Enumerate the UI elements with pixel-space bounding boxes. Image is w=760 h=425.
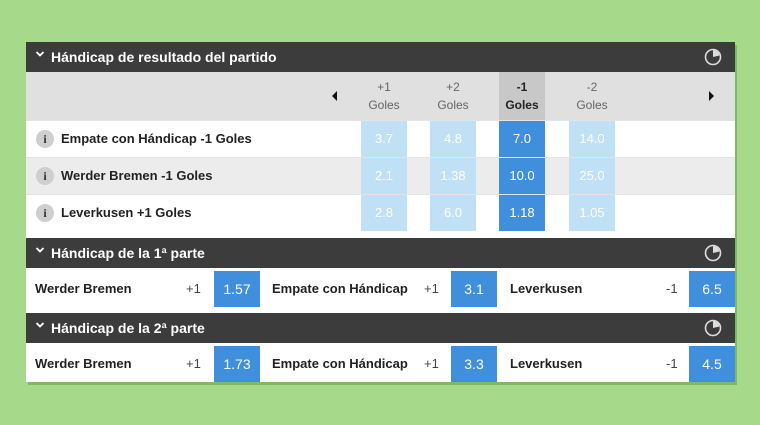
handicap-line: +1 <box>186 281 201 296</box>
column-header: -2 Goles <box>576 80 608 112</box>
info-icon[interactable]: i <box>36 204 54 222</box>
column-header-row: +1 Goles +2 Goles -1 Goles -2 Goles <box>26 72 735 120</box>
row-label: Werder Bremen -1 Goles <box>61 168 213 183</box>
column-header: +2 Goles <box>437 80 469 112</box>
handicap-line: +1 <box>424 281 439 296</box>
betting-panel: Hándicap de resultado del partido +1 Gole… <box>26 42 735 382</box>
column-header-selected: -1 Goles <box>499 72 545 120</box>
handicap-line: -1 <box>666 356 678 371</box>
odds-cell[interactable]: 25.0 <box>569 158 615 194</box>
odds-button[interactable]: 6.5 <box>689 271 735 307</box>
handicap-line: +1 <box>424 356 439 371</box>
odds-cell[interactable]: 6.0 <box>430 195 476 231</box>
clock-icon[interactable] <box>704 319 722 337</box>
outcome-name: Leverkusen <box>510 281 583 296</box>
odds-cell[interactable]: 3.7 <box>361 121 407 157</box>
odds-cell[interactable]: 1.05 <box>569 195 615 231</box>
odds-cell-selected[interactable]: 1.18 <box>499 195 545 231</box>
odds-cell[interactable]: 2.8 <box>361 195 407 231</box>
info-icon[interactable]: i <box>36 167 54 185</box>
odds-cell-selected[interactable]: 10.0 <box>499 158 545 194</box>
handicap-line: +1 <box>186 356 201 371</box>
section-header-first-half-handicap[interactable]: Hándicap de la 1ª parte <box>26 238 735 268</box>
table-row: i Leverkusen +1 Goles 2.8 6.0 1.18 1.05 <box>26 194 735 231</box>
outcome-name: Empate con Hándicap <box>272 281 408 296</box>
outcomes-row: Werder Bremen +1 1.73 Empate con Hándica… <box>26 346 735 382</box>
odds-cell[interactable]: 1.38 <box>430 158 476 194</box>
section-header-match-handicap[interactable]: Hándicap de resultado del partido <box>26 42 735 72</box>
arrow-left-icon[interactable] <box>329 90 341 102</box>
handicap-line: -1 <box>666 281 678 296</box>
outcome-name: Werder Bremen <box>35 281 132 296</box>
odds-button[interactable]: 1.57 <box>214 271 260 307</box>
odds-cell[interactable]: 14.0 <box>569 121 615 157</box>
odds-cell[interactable]: 2.1 <box>361 158 407 194</box>
row-label: Empate con Hándicap -1 Goles <box>61 131 252 146</box>
section-header-second-half-handicap[interactable]: Hándicap de la 2ª parte <box>26 313 735 343</box>
odds-button[interactable]: 1.73 <box>214 346 260 382</box>
odds-button[interactable]: 3.1 <box>451 271 497 307</box>
arrow-right-icon[interactable] <box>705 90 717 102</box>
odds-cell[interactable]: 4.8 <box>430 121 476 157</box>
clock-icon[interactable] <box>704 244 722 262</box>
odds-button[interactable]: 3.3 <box>451 346 497 382</box>
odds-button[interactable]: 4.5 <box>689 346 735 382</box>
chevron-down-icon[interactable] <box>35 245 45 255</box>
section-title: Hándicap de la 1ª parte <box>51 245 205 261</box>
outcome-name: Leverkusen <box>510 356 583 371</box>
clock-icon[interactable] <box>704 48 722 66</box>
chevron-down-icon[interactable] <box>35 320 45 330</box>
table-row: i Empate con Hándicap -1 Goles 3.7 4.8 7… <box>26 120 735 157</box>
odds-cell-selected[interactable]: 7.0 <box>499 121 545 157</box>
outcome-name: Empate con Hándicap <box>272 356 408 371</box>
section-title: Hándicap de resultado del partido <box>51 49 277 65</box>
section-title: Hándicap de la 2ª parte <box>51 320 205 336</box>
info-icon[interactable]: i <box>36 130 54 148</box>
outcomes-row: Werder Bremen +1 1.57 Empate con Hándica… <box>26 271 735 307</box>
row-label: Leverkusen +1 Goles <box>61 205 192 220</box>
outcome-name: Werder Bremen <box>35 356 132 371</box>
table-row: i Werder Bremen -1 Goles 2.1 1.38 10.0 2… <box>26 157 735 194</box>
chevron-down-icon[interactable] <box>35 49 45 59</box>
column-header: +1 Goles <box>368 80 400 112</box>
